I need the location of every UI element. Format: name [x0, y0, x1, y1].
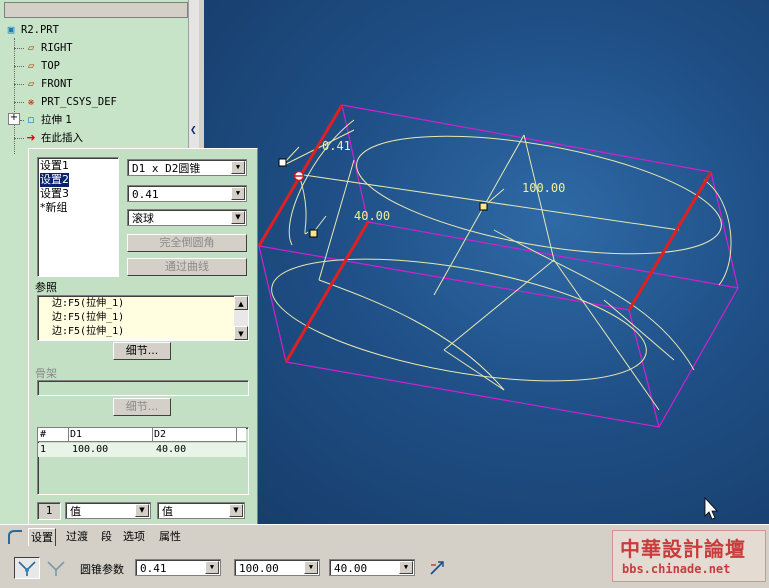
table-header-d2: D2: [154, 429, 167, 440]
set-item[interactable]: *新组: [40, 201, 69, 215]
tree-header-bar: [4, 2, 188, 18]
set-item-selected[interactable]: 设置2: [40, 173, 69, 187]
extrude-icon: ▫: [27, 113, 35, 126]
table-header-d1: D1: [70, 429, 83, 440]
part-icon: ▣: [7, 23, 15, 36]
reference-item[interactable]: 边:F5(拉伸_1): [52, 311, 124, 325]
scroll-down-icon[interactable]: ▼: [234, 326, 248, 340]
tree-item-front[interactable]: ▱ FRONT: [24, 76, 73, 92]
drag-handle-d2[interactable]: [309, 229, 318, 238]
tree-scrollbar[interactable]: ❮: [188, 0, 199, 160]
datum-plane-icon: ▱: [27, 59, 35, 72]
spine-label: 骨架: [35, 367, 57, 380]
conic-param-label: 圆锥参数: [80, 563, 124, 576]
tab-options[interactable]: 选项: [121, 528, 147, 545]
graphics-viewport[interactable]: 0.41 100.00 40.00: [204, 0, 769, 524]
row-number: 1: [37, 502, 61, 520]
label-d2[interactable]: 40.00: [354, 209, 390, 223]
dropdown-arrow-icon[interactable]: ▼: [231, 187, 245, 200]
datum-plane-icon: ▱: [27, 77, 35, 90]
sets-list[interactable]: 设置1 设置2 设置3 *新组: [37, 157, 119, 277]
dropdown-arrow-icon[interactable]: ▼: [304, 561, 318, 574]
model-wireframe: 0.41 100.00 40.00: [257, 104, 739, 520]
spine-field[interactable]: [37, 380, 249, 396]
table-header-index: #: [40, 429, 47, 440]
label-rho[interactable]: 0.41: [322, 139, 351, 153]
tree-item-csys[interactable]: ❋ PRT_CSYS_DEF: [24, 94, 117, 110]
round-tool-icon[interactable]: [6, 528, 24, 546]
tab-properties[interactable]: 属性: [157, 528, 183, 545]
value-select-2[interactable]: 值 ▼: [157, 502, 245, 519]
full-round-button[interactable]: 完全倒圆角: [127, 234, 247, 252]
dimension-table[interactable]: # D1 D2 1 100.00 40.00: [37, 427, 249, 495]
collapse-arrow-icon[interactable]: ❮: [190, 125, 197, 134]
shape-combo[interactable]: D1 x D2圆锥 ▼: [127, 159, 247, 176]
tab-transitions[interactable]: 过渡: [64, 528, 90, 545]
value-combo[interactable]: 0.41 ▼: [127, 185, 247, 202]
dropdown-arrow-icon[interactable]: ▼: [399, 561, 413, 574]
references-details-button[interactable]: 细节...: [113, 342, 171, 360]
tree-item-top[interactable]: ▱ TOP: [24, 58, 60, 74]
flip-direction-icon[interactable]: [428, 559, 446, 577]
table-row[interactable]: 1 100.00 40.00: [38, 443, 246, 457]
dropdown-arrow-icon[interactable]: ▼: [231, 161, 245, 174]
reference-item[interactable]: 边:F5(拉伸_1): [52, 297, 124, 311]
watermark-url: bbs.chinade.net: [622, 562, 731, 576]
tree-item-right[interactable]: ▱ RIGHT: [24, 40, 73, 56]
through-curve-button[interactable]: 通过曲线: [127, 258, 247, 276]
dropdown-arrow-icon[interactable]: ▼: [231, 211, 245, 224]
label-d1[interactable]: 100.00: [522, 181, 565, 195]
anchor-point-icon: [293, 170, 305, 182]
transition-mode-icon[interactable]: [44, 558, 68, 578]
set-mode-icon[interactable]: [14, 557, 40, 579]
watermark-title: 中華設計論壇: [620, 537, 746, 561]
conic-value-combo[interactable]: 0.41 ▼: [135, 559, 221, 576]
method-combo[interactable]: 滚球 ▼: [127, 209, 247, 226]
dropdown-arrow-icon[interactable]: ▼: [135, 504, 149, 517]
set-item[interactable]: 设置1: [40, 159, 69, 173]
dropdown-arrow-icon[interactable]: ▼: [229, 504, 243, 517]
insert-here-arrow-icon: ➜: [26, 131, 36, 144]
mouse-cursor-icon: [704, 496, 718, 520]
expand-toggle[interactable]: +: [8, 113, 20, 125]
round-settings-panel: 设置1 设置2 设置3 *新组 D1 x D2圆锥 ▼ 0.41 ▼ 滚球 ▼ …: [28, 148, 258, 526]
spine-details-button[interactable]: 细节...: [113, 398, 171, 416]
tab-segments[interactable]: 段: [99, 528, 114, 545]
reference-item[interactable]: 边:F5(拉伸_1): [52, 325, 124, 339]
dropdown-arrow-icon[interactable]: ▼: [205, 561, 219, 574]
tree-item-part[interactable]: ▣ R2.PRT: [4, 22, 59, 38]
watermark-logo: 中華設計論壇 bbs.chinade.net: [612, 530, 766, 582]
d2-value-combo[interactable]: 40.00 ▼: [329, 559, 415, 576]
set-item[interactable]: 设置3: [40, 187, 69, 201]
references-list[interactable]: 边:F5(拉伸_1) 边:F5(拉伸_1) 边:F5(拉伸_1) ▲ ▼: [37, 295, 249, 341]
tab-settings[interactable]: 设置: [28, 528, 56, 546]
references-scrollbar[interactable]: ▲ ▼: [234, 296, 248, 340]
tree-item-insert-here[interactable]: ➜ 在此插入: [24, 130, 83, 146]
drag-handle-rho[interactable]: [278, 158, 287, 167]
tree-item-extrude[interactable]: ▫ 拉伸 1: [24, 112, 72, 128]
references-label: 参照: [35, 281, 57, 294]
value-select-1[interactable]: 值 ▼: [65, 502, 151, 519]
datum-plane-icon: ▱: [27, 41, 35, 54]
csys-icon: ❋: [27, 95, 35, 108]
d1-value-combo[interactable]: 100.00 ▼: [234, 559, 320, 576]
scroll-up-icon[interactable]: ▲: [234, 296, 248, 310]
drag-handle-d1[interactable]: [479, 202, 488, 211]
